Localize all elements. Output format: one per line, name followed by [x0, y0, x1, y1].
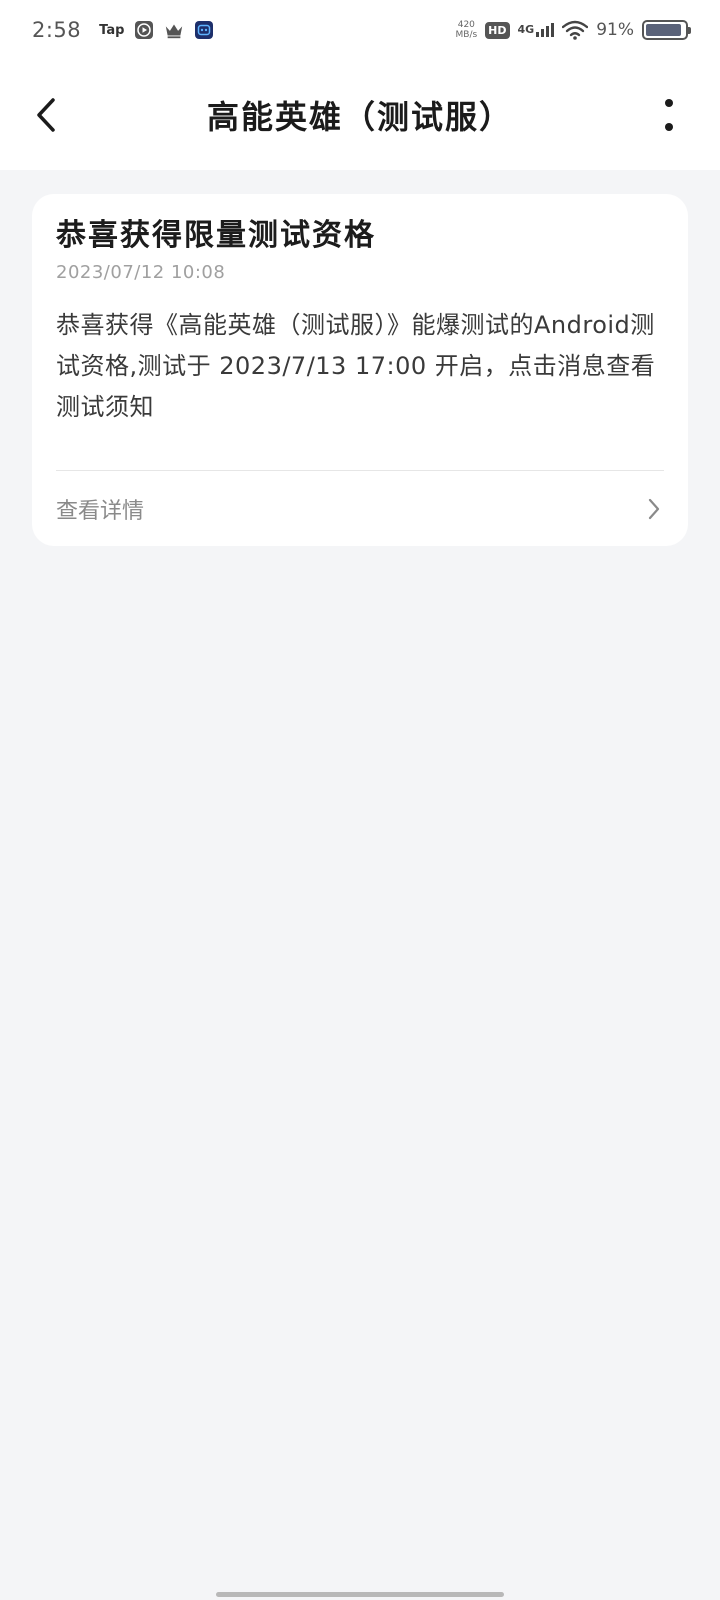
message-card[interactable]: 恭喜获得限量测试资格 2023/07/12 10:08 恭喜获得《高能英雄（测试…: [32, 194, 688, 546]
video-app-icon: [134, 20, 154, 40]
battery-icon: [642, 20, 691, 40]
view-details-button[interactable]: 查看详情: [56, 471, 664, 546]
game-app-icon: [194, 20, 214, 40]
clock: 2:58: [32, 18, 82, 42]
network-type-label: 4G: [517, 23, 535, 36]
app-header: 高能英雄（测试服）: [0, 60, 720, 170]
page-title: 高能英雄（测试服）: [206, 98, 513, 136]
crown-icon: [164, 20, 184, 40]
battery-percent: 91%: [596, 20, 634, 40]
message-title: 恭喜获得限量测试资格: [56, 218, 376, 253]
network-speed-value: 420: [457, 20, 475, 30]
chevron-right-icon: [644, 497, 664, 521]
status-right: 420 MB/s HD 4G 91%: [456, 20, 691, 40]
battery-level: [646, 24, 681, 36]
status-left: 2:58 Tap: [32, 18, 214, 42]
message-body: 恭喜获得《高能英雄（测试服）》能爆测试的Android测试资格,测试于 2023…: [56, 311, 656, 421]
hd-badge: HD: [485, 21, 510, 39]
view-details-label: 查看详情: [56, 498, 145, 524]
back-button[interactable]: [26, 92, 66, 138]
more-vertical-icon: [665, 99, 673, 131]
status-bar: 2:58 Tap 420 MB/s HD 4G 91%: [0, 0, 720, 60]
network-speed-unit: MB/s: [455, 30, 478, 40]
wifi-icon: [562, 20, 589, 40]
message-timestamp: 2023/07/12 10:08: [56, 262, 226, 283]
cellular-signal-icon: 4G: [518, 23, 555, 37]
network-speed: 420 MB/s: [456, 20, 478, 40]
back-arrow-icon: [37, 98, 55, 132]
home-indicator[interactable]: [216, 1592, 504, 1597]
tap-app-label: Tap: [99, 22, 125, 38]
screen: 2:58 Tap 420 MB/s HD 4G 91% 高能英雄（测试服） 恭喜…: [0, 0, 720, 1600]
more-options-button[interactable]: [654, 92, 684, 138]
